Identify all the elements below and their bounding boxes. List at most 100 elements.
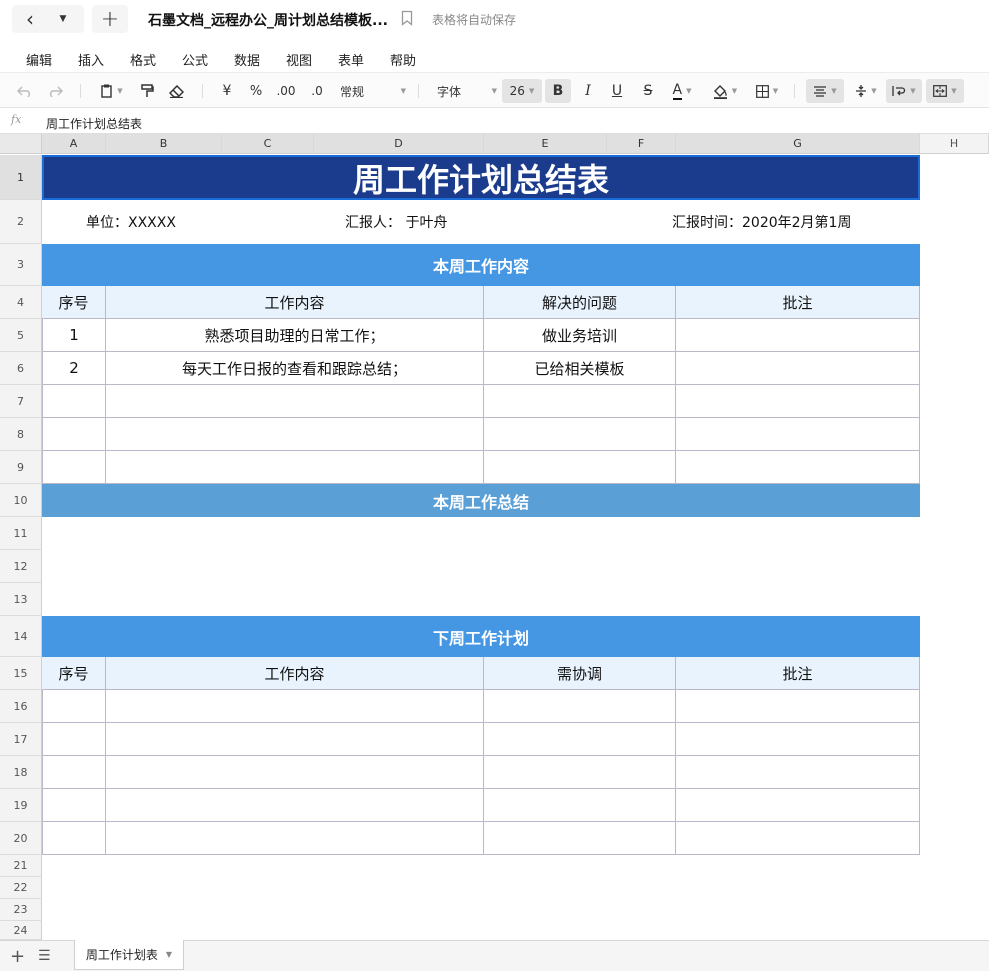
table1-cell[interactable]: 每天工作日报的查看和跟踪总结； [106,352,484,385]
table2-cell[interactable] [676,789,920,822]
row-header-14[interactable]: 14 [0,616,42,657]
table1-cell[interactable] [106,451,484,484]
menu-view[interactable]: 视图 [286,50,312,69]
number-format-select[interactable]: 常规 ▼ [340,79,406,103]
column-header-e[interactable]: E [484,134,607,154]
row-header-13[interactable]: 13 [0,583,42,616]
table1-cell[interactable] [42,418,106,451]
merge-cells-button[interactable]: ▼ [926,79,964,103]
clear-format-button[interactable] [166,79,186,103]
row-header-7[interactable]: 7 [0,385,42,418]
column-header-d[interactable]: D [314,134,484,154]
menu-format[interactable]: 格式 [130,50,156,69]
row-header-11[interactable]: 11 [0,517,42,550]
borders-button[interactable]: ▼ [752,79,782,103]
table2-cell[interactable] [484,789,676,822]
column-header-h[interactable]: H [920,134,989,154]
table2-header-coordinate[interactable]: 需协调 [484,657,676,690]
table2-cell[interactable] [42,723,106,756]
text-wrap-button[interactable]: ▼ [886,79,922,103]
table1-cell[interactable] [42,385,106,418]
table2-cell[interactable] [42,756,106,789]
caret-down-icon[interactable]: ▼ [166,950,172,959]
table1-cell[interactable]: 已给相关模板 [484,352,676,385]
table1-cell[interactable] [42,451,106,484]
table2-cell[interactable] [676,723,920,756]
column-header-g[interactable]: G [676,134,920,154]
fill-color-button[interactable]: ▼ [710,79,740,103]
table2-cell[interactable] [676,756,920,789]
table1-cell[interactable] [484,418,676,451]
section-this-week[interactable]: 本周工作内容 [42,244,920,286]
table2-cell[interactable] [106,690,484,723]
add-sheet-button[interactable]: + [10,946,25,967]
table2-cell[interactable] [106,723,484,756]
sheet-list-icon[interactable]: ☰ [38,948,51,964]
row-header-3[interactable]: 3 [0,244,42,286]
row-header-8[interactable]: 8 [0,418,42,451]
menu-insert[interactable]: 插入 [78,50,104,69]
menu-help[interactable]: 帮助 [390,50,416,69]
report-time-cell[interactable]: 汇报时间：2020年2月第1周 [672,200,912,244]
table1-cell[interactable] [676,385,920,418]
row-header-24[interactable]: 24 [0,921,42,940]
row-header-2[interactable]: 2 [0,200,42,244]
column-header-f[interactable]: F [607,134,676,154]
table2-cell[interactable] [676,822,920,855]
row-header-6[interactable]: 6 [0,352,42,385]
table2-cell[interactable] [106,789,484,822]
row-header-5[interactable]: 5 [0,319,42,352]
table1-cell[interactable] [484,385,676,418]
section-next-week[interactable]: 下周工作计划 [42,616,920,657]
increase-decimal-button[interactable]: .00 [274,79,298,103]
undo-button[interactable] [14,79,36,103]
row-header-15[interactable]: 15 [0,657,42,690]
underline-button[interactable]: U [609,79,625,103]
table1-cell[interactable]: 1 [42,319,106,352]
table2-header-index[interactable]: 序号 [42,657,106,690]
row-header-9[interactable]: 9 [0,451,42,484]
currency-button[interactable]: ¥ [218,79,236,103]
row-header-18[interactable]: 18 [0,756,42,789]
new-document-button[interactable]: + [92,5,128,33]
table1-cell[interactable] [484,451,676,484]
row-header-21[interactable]: 21 [0,855,42,877]
table1-cell[interactable]: 做业务培训 [484,319,676,352]
menu-edit[interactable]: 编辑 [26,50,52,69]
row-header-16[interactable]: 16 [0,690,42,723]
table2-cell[interactable] [106,756,484,789]
table2-cell[interactable] [484,822,676,855]
title-cell[interactable]: 周工作计划总结表 [42,155,920,200]
table1-cell[interactable] [676,451,920,484]
row-header-20[interactable]: 20 [0,822,42,855]
table1-header-index[interactable]: 序号 [42,286,106,319]
history-dropdown-button[interactable]: ▼ [50,5,76,33]
select-all-corner[interactable] [0,134,42,154]
formula-input[interactable]: 周工作计划总结表 [46,115,142,132]
column-header-a[interactable]: A [42,134,106,154]
table2-cell[interactable] [484,723,676,756]
table1-cell[interactable] [676,319,920,352]
vertical-align-button[interactable]: ▼ [850,79,882,103]
italic-button[interactable]: I [580,79,596,103]
reporter-cell[interactable]: 汇报人： 于叶舟 [345,200,545,244]
sheet-tab-active[interactable]: 周工作计划表 ▼ [74,940,184,970]
row-header-17[interactable]: 17 [0,723,42,756]
table1-header-content[interactable]: 工作内容 [106,286,484,319]
column-header-b[interactable]: B [106,134,222,154]
row-header-19[interactable]: 19 [0,789,42,822]
font-family-select[interactable]: 字体 ▼ [437,79,497,103]
table2-header-notes[interactable]: 批注 [676,657,920,690]
menu-formula[interactable]: 公式 [182,50,208,69]
section-summary[interactable]: 本周工作总结 [42,484,920,517]
redo-button[interactable] [44,79,66,103]
table2-cell[interactable] [484,690,676,723]
row-header-10[interactable]: 10 [0,484,42,517]
format-painter-button[interactable] [138,79,156,103]
row-header-12[interactable]: 12 [0,550,42,583]
back-button[interactable]: ‹ [12,5,48,33]
text-color-button[interactable]: A ▼ [668,79,696,103]
row-header-4[interactable]: 4 [0,286,42,319]
row-header-1[interactable]: 1 [0,155,42,200]
table2-cell[interactable] [42,789,106,822]
